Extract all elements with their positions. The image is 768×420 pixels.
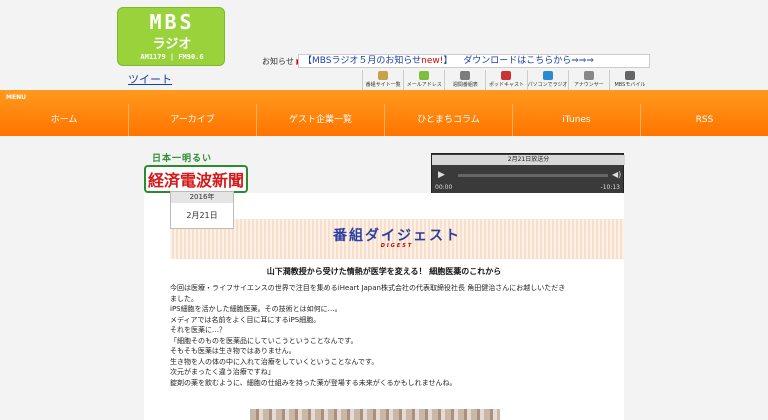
article-line: メディアでは名前をよく目に耳にするiPS細胞。: [170, 315, 321, 324]
podcast-label: ポッドキャスト: [488, 82, 524, 88]
program-list-button[interactable]: 番組サイト一覧: [362, 70, 403, 90]
progress-bar[interactable]: [458, 174, 608, 177]
calendar-icon: [460, 71, 471, 80]
list-icon: [378, 71, 389, 80]
notice-close-bracket: 】: [443, 56, 453, 66]
menu-item-rss[interactable]: RSS: [640, 104, 768, 136]
article-line: 次元がまったく違う治療ですね」: [170, 368, 275, 376]
volume-icon: ◀): [612, 170, 622, 179]
utility-icon-bar: 番組サイト一覧 メールアドレス 週間番組表 ポッドキャスト パソコンでラジオを聴…: [362, 70, 650, 90]
microphone-icon: [583, 71, 594, 80]
article-line: そもそも医薬は生き物ではありません。: [170, 347, 296, 355]
program-logo-tagline: 日本一明るい: [152, 154, 213, 164]
announcer-label: アナウンサー: [573, 82, 604, 88]
notice-text[interactable]: 【MBSラジオ５月のお知らせ: [303, 56, 421, 66]
menu-item-column[interactable]: ひとまちコラム: [384, 104, 512, 136]
menu-item-archive[interactable]: アーカイブ: [128, 104, 256, 136]
main-menu: MENU ホーム アーカイブ ゲスト企業一覧 ひとまちコラム iTunes RS…: [0, 90, 768, 136]
article-photo: [250, 409, 500, 420]
menu-item-home[interactable]: ホーム: [0, 104, 128, 136]
article-line: 「細胞そのものを医薬品にしていこうということなんです。: [170, 336, 358, 345]
player-time-remaining: -10:13: [600, 184, 620, 191]
menu-items: ホーム アーカイブ ゲスト企業一覧 ひとまちコラム iTunes RSS: [0, 104, 768, 136]
mail-address-button[interactable]: メールアドレス: [403, 70, 444, 90]
radio-icon: [542, 71, 553, 80]
logo-radio-text: ラジオ: [152, 37, 192, 52]
program-list-label: 番組サイト一覧: [365, 82, 401, 88]
main-content: 日本一明るい 経済電波新聞 2月21日放送分 ▶ ◀) 00:00 -10:13…: [144, 151, 625, 420]
announcer-button[interactable]: アナウンサー: [567, 70, 609, 90]
logo-mbs-text: MBS: [149, 10, 195, 34]
audio-player: 2月21日放送分 ▶ ◀) 00:00 -10:13: [431, 153, 625, 194]
mbs-mobile-label: MBSモバイル: [614, 82, 646, 88]
date-day: 2月21日: [186, 211, 218, 220]
article-headline: 山下潤教授から受けた情熱が医学を変える！ 細胞医薬のこれから: [266, 267, 502, 276]
play-icon: ▶: [438, 170, 445, 180]
program-logo-title: 経済電波新聞: [144, 165, 249, 193]
date-badge: 2016年 2月21日: [170, 191, 234, 229]
volume-button[interactable]: ◀): [612, 170, 621, 179]
notice-label-text: お知らせ: [262, 57, 294, 66]
menu-item-guest-companies[interactable]: ゲスト企業一覧: [256, 104, 384, 136]
notice-new-badge: new!: [421, 56, 444, 66]
pc-radio-label: パソコンでラジオを聴こう: [527, 82, 568, 88]
player-time-start: 00:00: [435, 184, 453, 191]
article-line: 生き物を人の体の中に入れて治療をしていくということなんです。: [170, 357, 379, 366]
article-body: 今回は医療・ライフサイエンスの世界で注目を集めるiHeart Japan株式会社…: [170, 283, 600, 388]
notice-ticker[interactable]: 【MBSラジオ５月のお知らせnew!】 ダウンロードはこちらから⇒⇒⇒: [298, 54, 650, 68]
article-line: 錠剤の薬を飲むように、細胞の仕組みを持った薬が登場する未来がくるかもしれませんね…: [170, 378, 457, 387]
program-logo[interactable]: 日本一明るい 経済電波新聞: [144, 151, 264, 193]
date-year: 2016年: [171, 192, 233, 203]
player-title: 2月21日放送分: [432, 155, 625, 165]
podcast-icon: [501, 71, 512, 80]
article-line: ました。: [170, 294, 198, 303]
mobile-icon: [624, 71, 635, 80]
digest-subtitle: DIGEST: [380, 243, 414, 249]
menu-label: MENU: [6, 94, 26, 101]
mail-address-label: メールアドレス: [406, 82, 442, 88]
notice-label: お知らせ ▶: [262, 56, 303, 67]
weekly-schedule-label: 週間番組表: [452, 82, 478, 88]
tweet-link[interactable]: ツイート: [128, 71, 172, 87]
digest-banner: 番組ダイジェスト DIGEST: [170, 219, 624, 259]
article-line: それを医薬に…？: [170, 326, 226, 334]
article-line: iPS細胞を活かした細胞医薬。その技術とは如何に…。: [170, 305, 342, 313]
mbs-mobile-button[interactable]: MBSモバイル: [608, 70, 650, 90]
article-line: 今回は医療・ライフサイエンスの世界で注目を集めるiHeart Japan株式会社…: [170, 284, 566, 292]
play-button[interactable]: ▶: [438, 170, 445, 180]
podcast-button[interactable]: ポッドキャスト: [485, 70, 526, 90]
logo-frequency-text: AM1179 | FM90.6: [140, 53, 204, 61]
digest-title: 番組ダイジェスト: [333, 228, 461, 244]
site-header: MBS ラジオ AM1179 | FM90.6 ツイート お知らせ ▶ 【MBS…: [0, 0, 768, 90]
mail-icon: [419, 71, 430, 80]
article-panel: 番組ダイジェスト DIGEST 2016年 2月21日 山下潤教授から受けた情熱…: [144, 191, 624, 420]
pc-radio-button[interactable]: パソコンでラジオを聴こう: [526, 70, 568, 90]
download-link[interactable]: ダウンロードはこちらから⇒⇒⇒: [463, 56, 594, 66]
weekly-schedule-button[interactable]: 週間番組表: [444, 70, 485, 90]
mbs-radio-logo[interactable]: MBS ラジオ AM1179 | FM90.6: [117, 7, 225, 66]
menu-item-itunes[interactable]: iTunes: [512, 104, 640, 136]
